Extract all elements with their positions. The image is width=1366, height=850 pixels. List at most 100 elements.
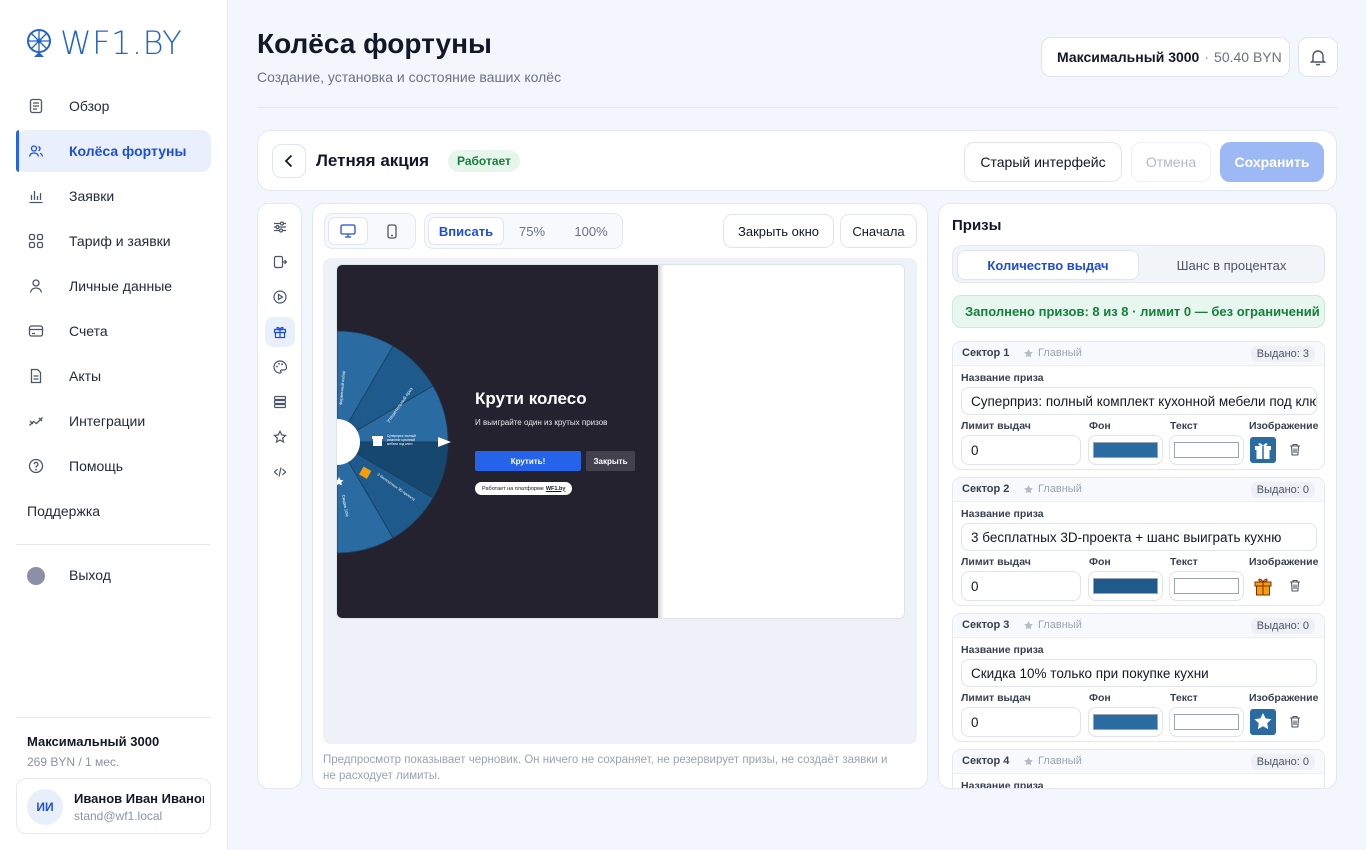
bg-color-picker[interactable] xyxy=(1088,435,1163,465)
sidebar-item-requests[interactable]: Заявки xyxy=(16,175,211,217)
prize-image[interactable] xyxy=(1249,707,1277,737)
sidebar-item-invoices[interactable]: Счета xyxy=(16,310,211,352)
help-icon xyxy=(28,458,44,474)
user-email: stand@wf1.local xyxy=(74,809,163,823)
rail-exit[interactable] xyxy=(265,247,295,277)
trash-icon[interactable] xyxy=(1289,715,1301,728)
sidebar-item-overview[interactable]: Обзор xyxy=(16,85,211,127)
prize-image[interactable] xyxy=(1249,435,1277,465)
rail-design[interactable] xyxy=(265,352,295,382)
tool-rail xyxy=(257,203,302,789)
sector-header: Сектор 1 Главный Выдано: 3 xyxy=(953,342,1324,366)
main-toggle[interactable]: Главный xyxy=(1023,347,1082,359)
rail-settings[interactable] xyxy=(265,212,295,242)
palette-icon xyxy=(273,360,287,374)
sidebar-item-integrations[interactable]: Интеграции xyxy=(16,400,211,442)
rail-favorites[interactable] xyxy=(265,422,295,452)
tab-chance-percent[interactable]: Шанс в процентах xyxy=(1141,250,1322,280)
desktop-view-button[interactable] xyxy=(328,217,368,245)
mobile-icon xyxy=(387,223,397,239)
prize-name-input[interactable]: 3 бесплатных 3D-проекта + шанс выиграть … xyxy=(961,523,1317,551)
text-swatch xyxy=(1174,714,1239,730)
sidebar-item-label: Счета xyxy=(69,323,108,339)
separator: · xyxy=(1204,49,1210,65)
text-color-picker[interactable] xyxy=(1169,435,1244,465)
sidebar-item-acts[interactable]: Акты xyxy=(16,355,211,397)
limit-label: Лимит выдач xyxy=(961,556,1031,568)
zoom-fit-button[interactable]: Вписать xyxy=(428,217,504,245)
fill-status: Заполнено призов: 8 из 8 · лимит 0 — без… xyxy=(952,295,1325,328)
text-swatch xyxy=(1174,442,1239,458)
prize-name-input[interactable]: Скидка 10% только при покупке кухни xyxy=(961,659,1317,687)
main-label: Главный xyxy=(1038,755,1082,767)
rail-code[interactable] xyxy=(265,457,295,487)
sliders-icon xyxy=(274,221,286,233)
wheel-logo-icon xyxy=(27,29,51,57)
prize-name-input[interactable]: Суперприз: полный комплект кухонной мебе… xyxy=(961,387,1317,415)
sector-card: Сектор 2 Главный Выдано: 0 Название приз… xyxy=(952,477,1325,606)
prize-image[interactable] xyxy=(1249,571,1277,601)
trash-icon[interactable] xyxy=(1289,443,1301,456)
sector-card: Сектор 3 Главный Выдано: 0 Название приз… xyxy=(952,613,1325,742)
trash-icon[interactable] xyxy=(1289,579,1301,592)
user-card[interactable]: ИИ Иванов Иван Иванович stand@wf1.local xyxy=(16,778,211,834)
fortune-wheel: Утешительный приз Фирменный набор Суперп… xyxy=(337,330,451,554)
text-color-picker[interactable] xyxy=(1169,571,1244,601)
limit-input[interactable]: 0 xyxy=(961,571,1081,601)
text-color-picker[interactable] xyxy=(1169,707,1244,737)
issued-badge: Выдано: 0 xyxy=(1250,754,1315,770)
zoom-switcher: Вписать 75% 100% xyxy=(424,213,623,249)
sidebar-item-wheels[interactable]: Колёса фортуны xyxy=(16,130,211,172)
notifications-button[interactable] xyxy=(1298,37,1338,77)
star-icon xyxy=(273,430,287,444)
star-icon xyxy=(1024,348,1033,357)
card-icon xyxy=(28,325,44,337)
sector-header: Сектор 3 Главный Выдано: 0 xyxy=(953,614,1324,638)
restart-button[interactable]: Сначала xyxy=(840,214,917,248)
logo[interactable]: WF1.BY xyxy=(26,24,182,62)
gift-orange-icon xyxy=(1254,578,1272,596)
wheel-toolbar: Летняя акция Работает Старый интерфейс О… xyxy=(257,130,1337,191)
grid-icon xyxy=(28,233,44,249)
limit-input[interactable]: 0 xyxy=(961,435,1081,465)
brand-name: WF1.BY xyxy=(60,24,183,62)
mobile-view-button[interactable] xyxy=(372,217,412,245)
prize-name-label: Название приза xyxy=(961,780,1044,789)
main-toggle[interactable]: Главный xyxy=(1023,755,1082,767)
preview-canvas: Утешительный приз Фирменный набор Суперп… xyxy=(323,258,917,744)
zoom-75-button[interactable]: 75% xyxy=(507,217,557,245)
back-button[interactable] xyxy=(272,144,306,178)
file-icon xyxy=(30,368,42,384)
powered-by-badge[interactable]: Работает на платформе WF1.by xyxy=(475,482,573,495)
support-link[interactable]: Поддержка xyxy=(27,503,100,519)
zoom-100-button[interactable]: 100% xyxy=(563,217,619,245)
text-swatch xyxy=(1174,578,1239,594)
badge-link[interactable]: WF1.by xyxy=(546,486,566,492)
widget-spin-button[interactable]: Крутить! xyxy=(475,451,581,471)
bg-color-picker[interactable] xyxy=(1088,707,1163,737)
tab-issue-count[interactable]: Количество выдач xyxy=(957,250,1139,280)
logout-icon[interactable] xyxy=(27,567,45,585)
bg-color-picker[interactable] xyxy=(1088,571,1163,601)
rail-layers[interactable] xyxy=(265,387,295,417)
sector-card: Сектор 4 Главный Выдано: 0 Название приз… xyxy=(952,749,1325,789)
old-interface-button[interactable]: Старый интерфейс xyxy=(964,142,1122,182)
widget-close-button[interactable]: Закрыть xyxy=(586,451,635,471)
cancel-button[interactable]: Отмена xyxy=(1131,142,1211,182)
page-title: Колёса фортуны xyxy=(257,28,492,59)
plan-balance-box[interactable]: Максимальный 3000 · 50.40 BYN xyxy=(1041,37,1290,77)
sidebar-item-personal[interactable]: Личные данные xyxy=(16,265,211,307)
close-window-button[interactable]: Закрыть окно xyxy=(723,214,834,248)
sidebar-item-help[interactable]: Помощь xyxy=(16,445,211,487)
logout-button[interactable]: Выход xyxy=(69,567,111,583)
main-toggle[interactable]: Главный xyxy=(1023,483,1082,495)
rail-prizes[interactable] xyxy=(265,317,295,347)
sidebar-item-tariff[interactable]: Тариф и заявки xyxy=(16,220,211,262)
rail-play[interactable] xyxy=(265,282,295,312)
star-icon xyxy=(1024,756,1033,765)
limit-input[interactable]: 0 xyxy=(961,707,1081,737)
page-subtitle: Создание, установка и состояние ваших ко… xyxy=(257,69,562,85)
main-toggle[interactable]: Главный xyxy=(1023,619,1082,631)
text-label: Текст xyxy=(1170,692,1198,704)
save-button[interactable]: Сохранить xyxy=(1220,142,1324,182)
